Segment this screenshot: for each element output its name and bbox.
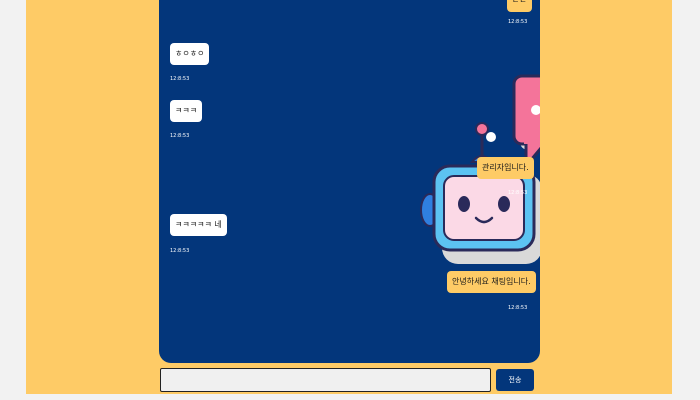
message-time: 12:8:53 — [508, 19, 528, 25]
message-time: 12:8:53 — [508, 305, 528, 311]
chat-panel[interactable]: ㄷㄷ 12:8:53 ㅎㅇㅎㅇ 12:8:53 ㅋㅋㅋ 12:8:53 관리자입… — [159, 0, 540, 363]
message-bubble-other: ㅋㅋㅋ — [170, 100, 203, 122]
message-input[interactable] — [160, 368, 491, 392]
message-time: 12:8:53 — [170, 133, 190, 139]
message-time: 12:8:53 — [170, 76, 190, 82]
message-time: 12:8:53 — [508, 190, 528, 196]
message-bubble-mine: 안녕하세요 채팅입니다. — [447, 271, 536, 293]
send-button[interactable]: 전송 — [496, 369, 534, 391]
message-bubble-other: ㅋㅋㅋㅋㅋ 네 — [170, 214, 227, 236]
message-time: 12:8:53 — [170, 248, 190, 254]
message-bubble-mine: 관리자입니다. — [477, 157, 534, 179]
message-bubble-other: ㅎㅇㅎㅇ — [170, 43, 210, 65]
message-bubble-mine: ㄷㄷ — [507, 0, 532, 12]
